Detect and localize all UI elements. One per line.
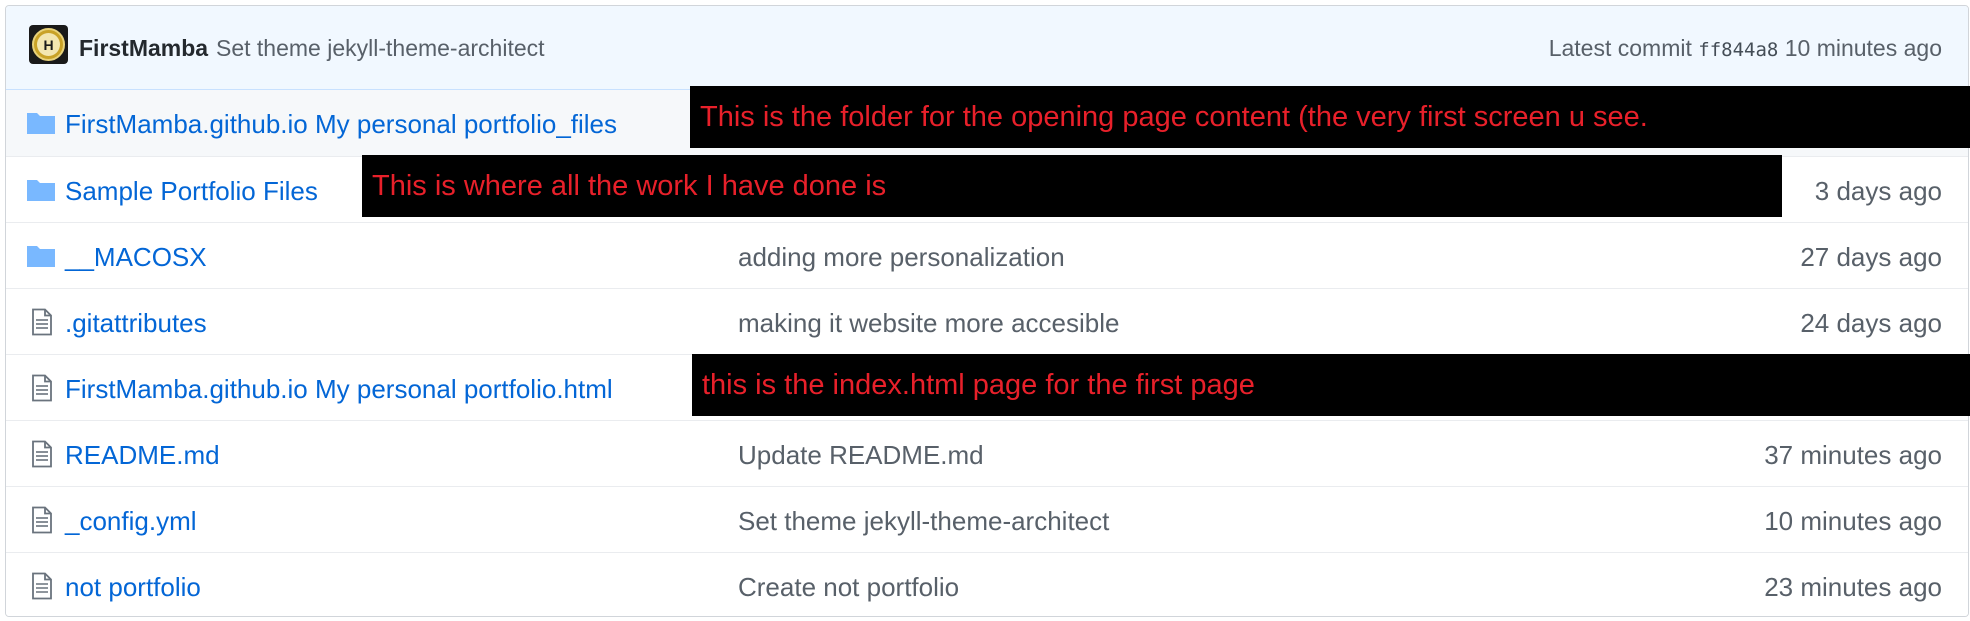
last-updated-time: 24 days ago [1800,308,1942,338]
author-avatar[interactable]: H [29,25,68,64]
commit-message-link[interactable]: Create not portfolio [738,572,959,603]
last-updated-time: 23 minutes ago [1764,572,1942,602]
latest-commit-bar: H FirstMamba Set theme jekyll-theme-arch… [6,6,1968,90]
avatar-logo: H [32,28,65,61]
last-updated-time: 27 days ago [1800,242,1942,272]
file-row[interactable]: _config.yml Set theme jekyll-theme-archi… [6,486,1968,552]
commit-sha-link[interactable]: ff844a8 [1698,39,1778,61]
annotation-overlay: This is where all the work I have done i… [362,155,1782,217]
annotation-overlay: this is the index.html page for the firs… [692,354,1970,416]
commit-message-link[interactable]: Set theme jekyll-theme-architect [738,506,1109,537]
commit-message-link[interactable]: Update README.md [738,440,984,471]
file-icon [32,506,52,534]
file-icon [32,572,52,600]
latest-commit-info: Latest commit ff844a8 10 minutes ago [1549,35,1942,62]
file-icon [32,308,52,336]
file-name-link[interactable]: FirstMamba.github.io My personal portfol… [65,374,613,405]
file-name-link[interactable]: _config.yml [65,506,197,537]
file-name-link[interactable]: not portfolio [65,572,201,603]
folder-icon [27,180,55,201]
file-name-link[interactable]: README.md [65,440,220,471]
last-updated-time: 3 days ago [1814,176,1942,206]
commit-message-link[interactable]: making it website more accesible [738,308,1120,339]
file-row[interactable]: .gitattributes making it website more ac… [6,288,1968,354]
commit-message-link[interactable]: adding more personalization [738,242,1065,273]
folder-icon [27,113,55,134]
file-row[interactable]: __MACOSX adding more personalization 27 … [6,222,1968,288]
folder-icon [27,246,55,267]
last-updated-time: 37 minutes ago [1764,440,1942,470]
commit-author-link[interactable]: FirstMamba [79,35,208,62]
file-name-link[interactable]: FirstMamba.github.io My personal portfol… [65,109,617,140]
file-row[interactable]: README.md Update README.md 37 minutes ag… [6,420,1968,486]
file-icon [32,374,52,402]
file-name-link[interactable]: Sample Portfolio Files [65,176,318,207]
file-row[interactable]: not portfolio Create not portfolio 23 mi… [6,552,1968,616]
annotation-overlay: This is the folder for the opening page … [690,86,1970,148]
commit-age: 10 minutes ago [1784,35,1942,61]
file-name-link[interactable]: .gitattributes [65,308,207,339]
file-name-link[interactable]: __MACOSX [65,242,207,273]
commit-message-link[interactable]: Set theme jekyll-theme-architect [216,35,545,62]
file-icon [32,440,52,468]
last-updated-time: 10 minutes ago [1764,506,1942,536]
latest-commit-label: Latest commit [1548,35,1692,61]
